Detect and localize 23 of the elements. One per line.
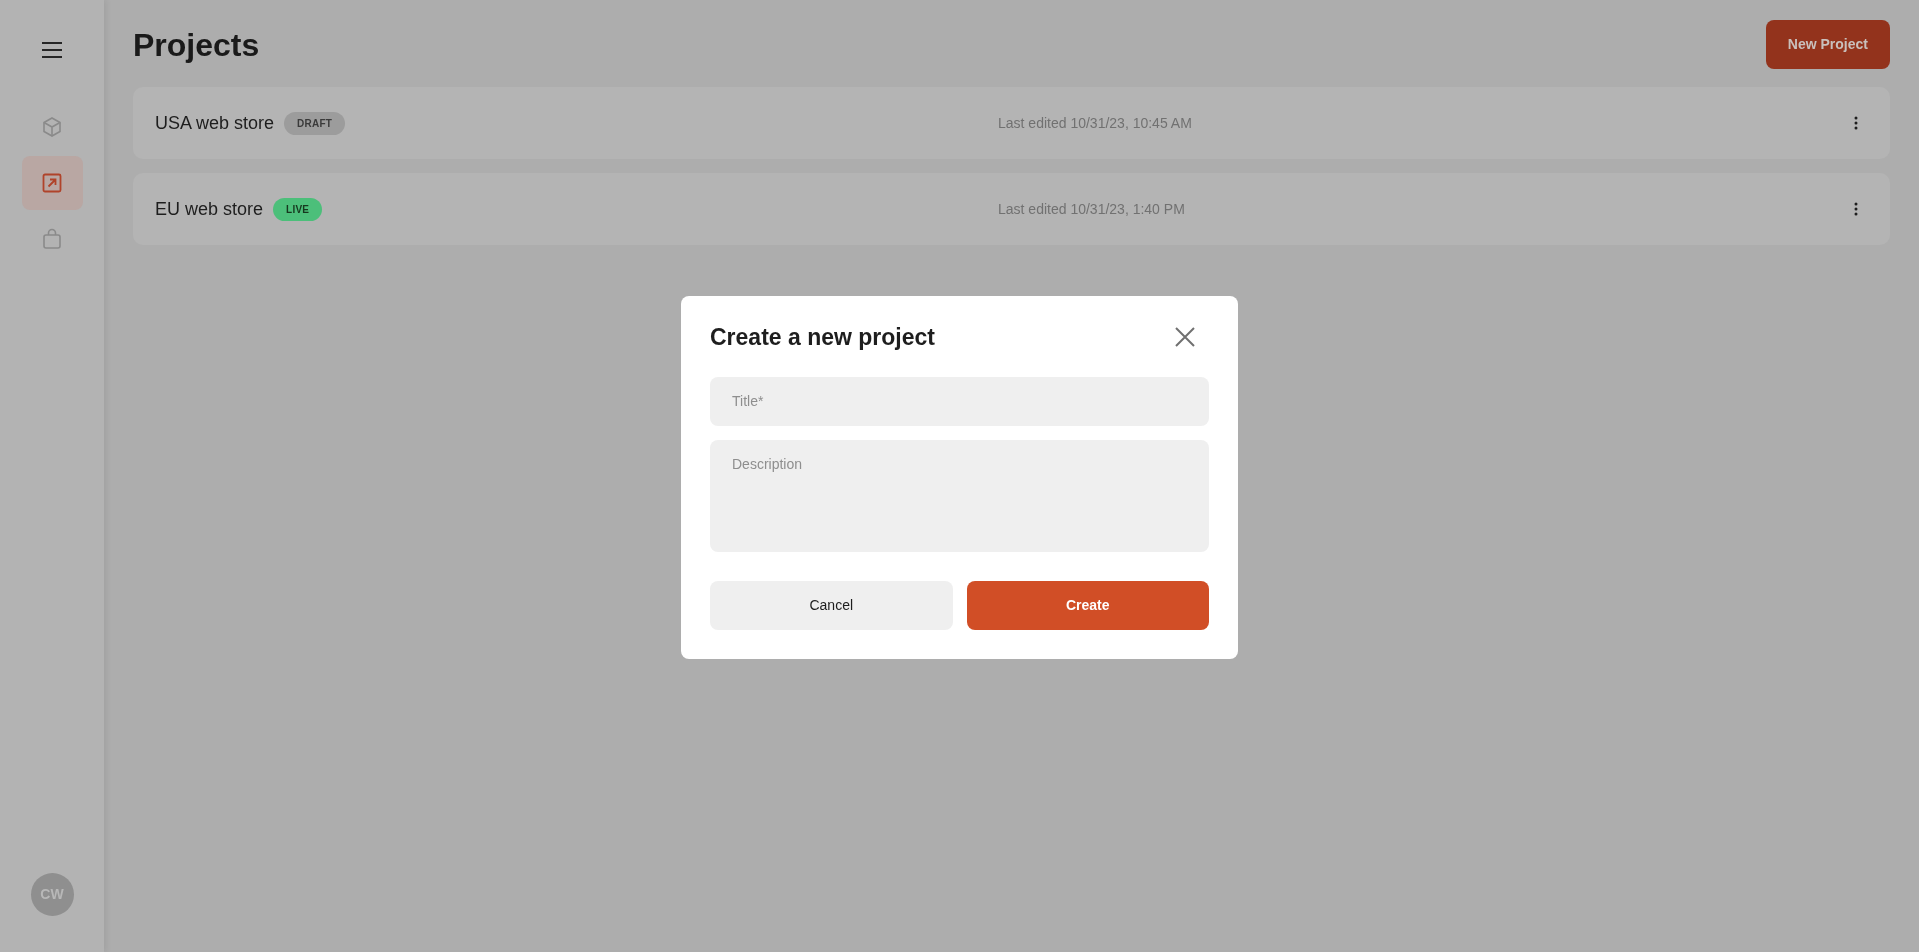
new-project-button[interactable]: New Project bbox=[1765, 20, 1890, 69]
bag-icon bbox=[40, 227, 64, 251]
status-badge: DRAFT bbox=[284, 111, 346, 135]
more-vertical-icon bbox=[1854, 116, 1858, 130]
project-name: EU web store bbox=[155, 197, 264, 221]
project-row[interactable]: EU web store LIVE Last edited 10/31/23, 1:40 PM bbox=[133, 173, 1890, 245]
last-edited-text: Last edited 10/31/23, 10:45 AM bbox=[998, 113, 1193, 133]
dialog-title: Create a new project bbox=[710, 323, 935, 352]
close-icon bbox=[1175, 327, 1195, 348]
create-button[interactable]: Create bbox=[966, 580, 1209, 630]
project-name: USA web store bbox=[155, 111, 275, 135]
page-title: Projects bbox=[133, 25, 260, 65]
cancel-button[interactable]: Cancel bbox=[710, 580, 953, 630]
arrow-square-icon bbox=[40, 171, 64, 195]
status-badge: LIVE bbox=[273, 197, 323, 221]
more-vertical-icon bbox=[1854, 202, 1858, 216]
menu-icon bbox=[41, 41, 63, 59]
project-row[interactable]: USA web store DRAFT Last edited 10/31/23, 10:45 AM bbox=[133, 87, 1890, 159]
description-field[interactable]: Description bbox=[710, 439, 1209, 552]
title-field[interactable]: Title* bbox=[710, 376, 1209, 426]
last-edited-text: Last edited 10/31/23, 1:40 PM bbox=[998, 199, 1186, 219]
sidebar-item[interactable] bbox=[21, 156, 83, 210]
cube-icon bbox=[40, 115, 64, 139]
